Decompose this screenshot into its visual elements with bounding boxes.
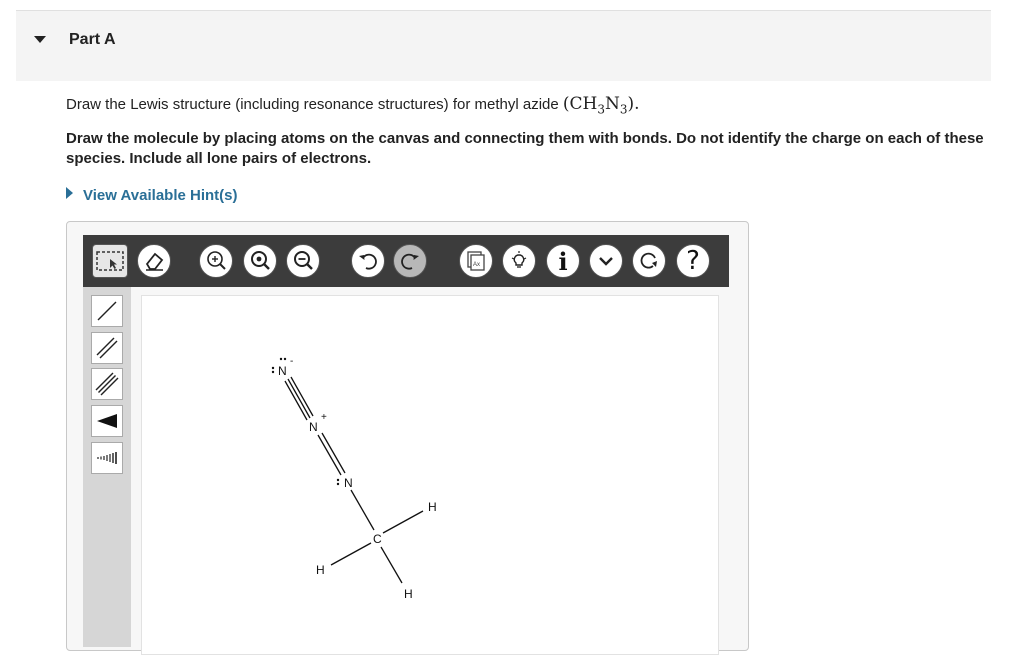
atom-n-bonded[interactable]: N [344, 476, 353, 490]
editor-toolbar: Ax i ? [83, 235, 729, 287]
caret-down-icon[interactable] [34, 36, 46, 43]
svg-text:Ax: Ax [473, 262, 480, 268]
triple-bond-icon[interactable] [91, 368, 123, 400]
zoom-in-icon[interactable] [243, 244, 277, 278]
atom-carbon[interactable]: C [373, 532, 382, 546]
select-icon[interactable] [92, 244, 128, 278]
hash-bond-icon[interactable] [91, 442, 123, 474]
instructions: Draw the molecule by placing atoms on th… [66, 130, 984, 167]
undo-icon[interactable] [351, 244, 385, 278]
template-icon[interactable]: Ax [459, 244, 493, 278]
caret-right-icon [66, 187, 73, 199]
single-bond-icon[interactable] [91, 295, 123, 327]
molecule-drawing: N - N + N C H H H [271, 356, 437, 601]
info-icon[interactable]: i [546, 244, 580, 278]
info-glyph: i [558, 246, 568, 276]
drawing-canvas[interactable]: N - N + N C H H H [141, 295, 719, 655]
charge-negative: - [290, 356, 293, 367]
more-icon[interactable] [589, 244, 623, 278]
atom-h-right[interactable]: H [428, 500, 437, 514]
question-prompt: Draw the Lewis structure (including reso… [66, 94, 640, 116]
hint-label: View Available Hint(s) [83, 187, 238, 204]
lightbulb-icon[interactable] [502, 244, 536, 278]
prompt-text: Draw the Lewis structure (including reso… [66, 96, 563, 113]
part-header[interactable] [16, 11, 991, 81]
help-icon[interactable]: ? [676, 244, 710, 278]
formula: (CH3N3). [562, 94, 640, 117]
reset-icon[interactable] [632, 244, 666, 278]
charge-positive: + [321, 412, 327, 423]
atom-n-terminal[interactable]: N [278, 364, 287, 378]
part-title: Part A [69, 31, 116, 48]
atom-h-bottom[interactable]: H [404, 587, 413, 601]
view-hints-link[interactable]: View Available Hint(s) [66, 187, 238, 204]
zoom-fit-icon[interactable] [199, 244, 233, 278]
help-glyph: ? [686, 246, 700, 276]
zoom-out-icon[interactable] [286, 244, 320, 278]
atom-n-central[interactable]: N [309, 420, 318, 434]
double-bond-icon[interactable] [91, 332, 123, 364]
atom-h-left[interactable]: H [316, 563, 325, 577]
eraser-icon[interactable] [137, 244, 171, 278]
wedge-bond-icon[interactable] [91, 405, 123, 437]
redo-icon[interactable] [393, 244, 427, 278]
